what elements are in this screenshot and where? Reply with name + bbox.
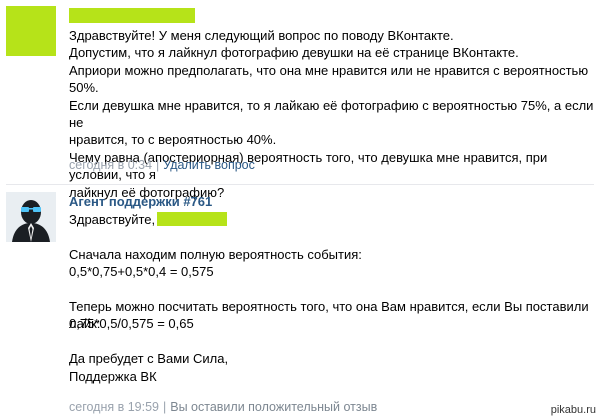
user-avatar-redacted [6,6,56,56]
answer-line: 0,75*0,5/0,575 = 0,65 [69,316,194,332]
answer-greeting: Здравствуйте, [69,212,156,227]
user-name-redacted [69,8,195,23]
answer-timestamp[interactable]: сегодня в 19:59 [69,400,159,414]
answer-greeting-line: Здравствуйте, [69,211,594,228]
answer-line: 0,5*0,75+0,5*0,4 = 0,575 [69,264,214,280]
delete-question-link[interactable]: Удалить вопрос [163,158,255,172]
question-line: Допустим, что я лайкнул фотографию девуш… [69,45,519,61]
feedback-status: Вы оставили положительный отзыв [170,400,378,414]
watermark: pikabu.ru [550,404,596,416]
answer-meta: сегодня в 19:59 | Вы оставили положительны… [69,400,377,414]
answer-line: Поддержка ВК [69,368,157,384]
question-meta: сегодня в 0:34 | Удалить вопрос [69,158,255,172]
answer-line [69,281,594,298]
answer-text: Здравствуйте, Сначала находим полную вер… [69,211,594,385]
answer-line: Сначала находим полную вероятность событ… [69,246,362,262]
answer-line [69,228,594,245]
answer-line: Теперь можно посчитать вероятность того,… [69,298,593,332]
question-line: нравится, то с вероятностью 40%. [69,132,277,148]
question-line: Если девушка мне нравится, то я лайкаю е… [69,97,598,131]
question-line: Здравствуйте! У меня следующий вопрос по… [69,28,454,43]
question-timestamp[interactable]: сегодня в 0:34 [69,158,152,172]
agent-silhouette-icon [6,192,56,242]
agent-name-link[interactable]: Агент поддержки #761 [69,194,212,209]
question-line: Априори можно предполагать, что она мне … [69,62,592,96]
divider [6,184,594,185]
answer-line: Да пребудет с Вами Сила, [69,351,229,367]
answer-line [69,333,594,350]
user-name-redacted [157,212,228,226]
agent-avatar[interactable] [6,192,56,242]
separator: | [163,400,167,414]
question-text: Здравствуйте! У меня следующий вопрос по… [69,27,594,201]
separator: | [156,158,160,172]
